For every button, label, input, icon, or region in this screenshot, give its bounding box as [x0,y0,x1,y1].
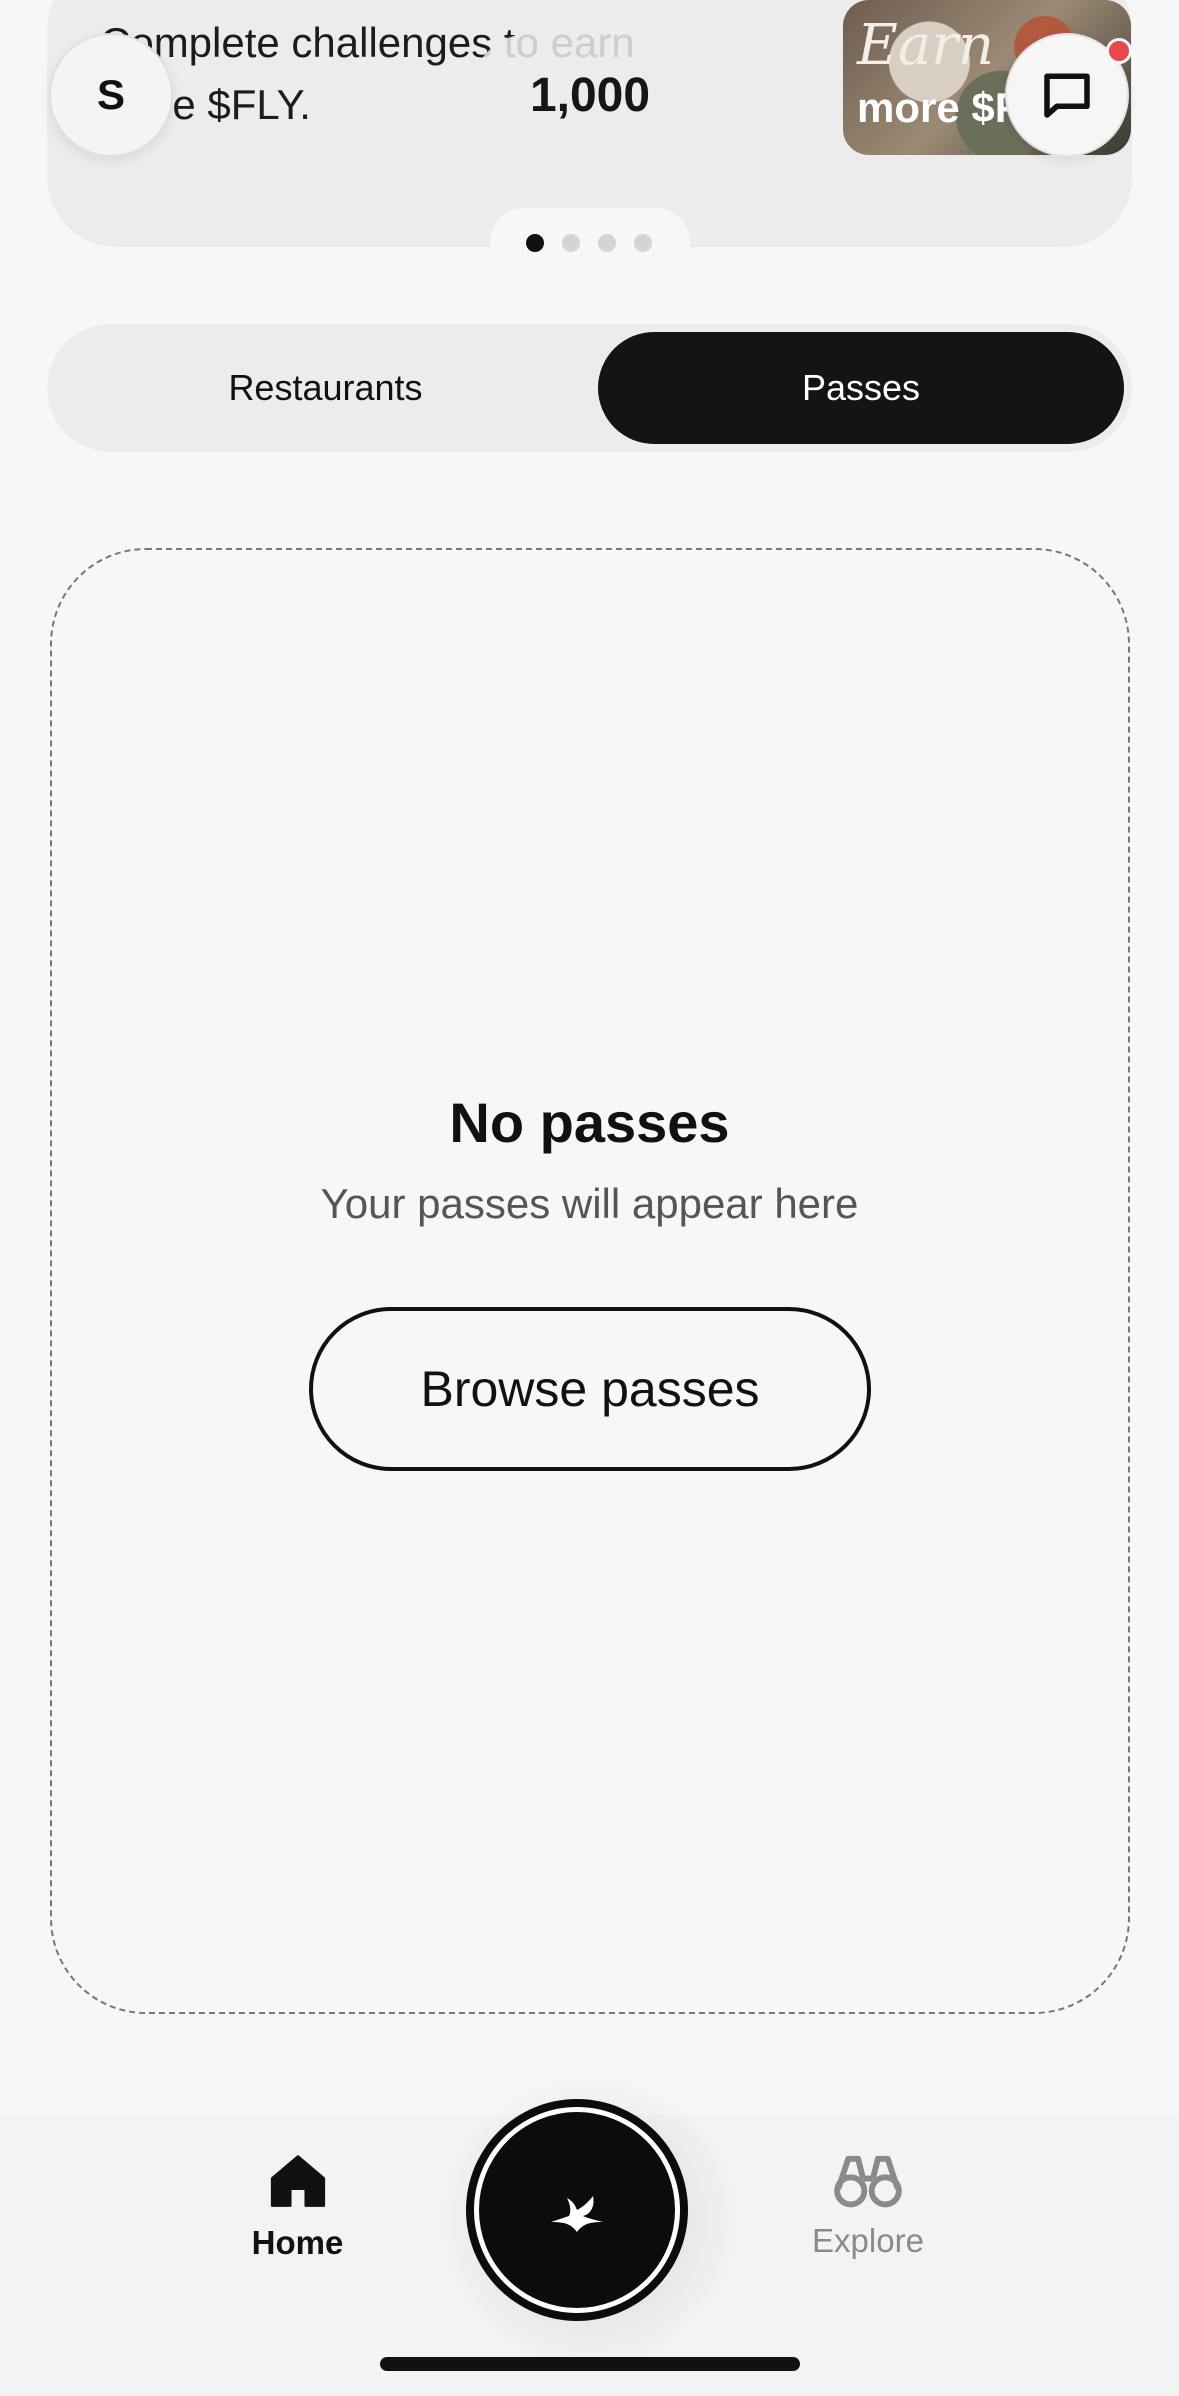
empty-state-container [50,548,1130,2014]
tab-restaurants[interactable]: Restaurants [55,332,596,444]
home-icon [270,2155,325,2207]
nav-home[interactable]: Home [230,2150,365,2280]
carousel-dot-3[interactable] [598,234,616,252]
notification-badge [1106,38,1132,64]
nav-explore-label: Explore [812,2222,924,2259]
message-square-icon [1044,73,1090,118]
nav-explore[interactable]: Explore [798,2150,938,2280]
carousel-dot-2[interactable] [562,234,580,252]
home-indicator [380,2357,800,2371]
tab-passes[interactable]: Passes [598,332,1124,444]
center-button-ring [474,2107,680,2313]
fly-points-balance[interactable]: 1,000 [470,33,710,157]
browse-passes-button[interactable]: Browse passes [309,1307,871,1471]
empty-state-title: No passes [449,1091,730,1154]
carousel-dot-1[interactable] [526,234,544,252]
promo-image-script: Earn [857,13,995,78]
profile-avatar-button[interactable]: S [49,33,173,157]
binoculars-icon [834,2155,902,2208]
tabs-segmented-control: Restaurants Passes [47,324,1132,452]
nav-home-label: Home [251,2224,344,2261]
carousel-indicator [490,208,690,276]
empty-state-subtitle: Your passes will appear here [320,1180,859,1227]
carousel-dot-4[interactable] [634,234,652,252]
